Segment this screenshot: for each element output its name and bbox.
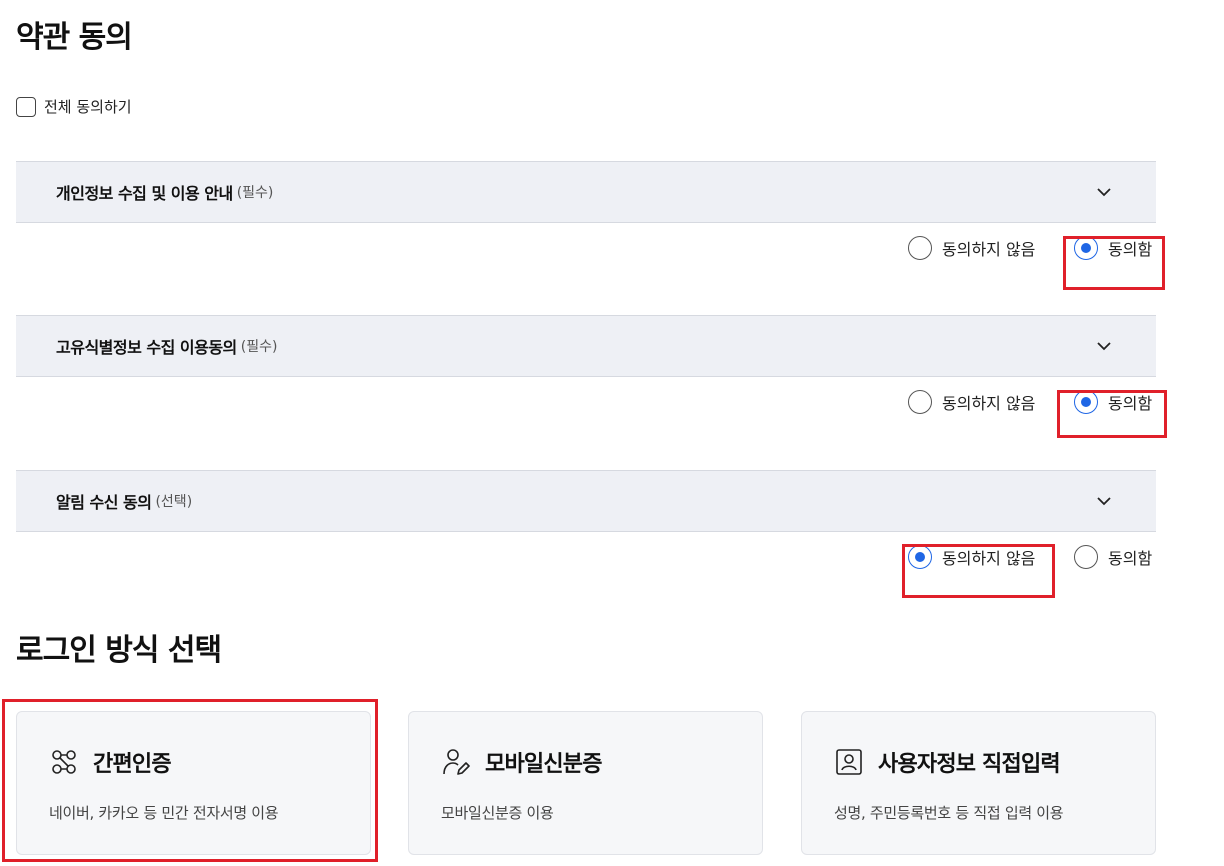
radio-disagree[interactable]: 동의하지 않음	[908, 390, 1035, 414]
accordion-title: 개인정보 수집 및 이용 안내	[56, 184, 233, 203]
radio-label: 동의하지 않음	[942, 394, 1036, 413]
mobile-id-icon	[443, 749, 470, 775]
simple-auth-icon	[52, 750, 76, 774]
card-description: 네이버, 카카오 등 민간 전자서명 이용	[49, 804, 279, 822]
chevron-down-icon[interactable]	[1096, 338, 1112, 354]
card-mobile-id[interactable]: 모바일신분증 모바일신분증 이용	[408, 711, 763, 855]
radio-group-notification: 동의하지 않음 동의함	[16, 545, 1156, 595]
radio-circle[interactable]	[908, 236, 932, 260]
radio-label: 동의함	[1108, 394, 1153, 413]
checkbox-box[interactable]	[16, 96, 36, 117]
card-title: 사용자정보 직접입력	[878, 752, 1061, 777]
radio-label: 동의하지 않음	[942, 549, 1036, 568]
radio-agree[interactable]: 동의함	[1074, 390, 1152, 414]
user-info-icon	[836, 749, 862, 775]
card-title: 모바일신분증	[485, 752, 602, 777]
radio-disagree[interactable]: 동의하지 않음	[908, 545, 1035, 569]
radio-circle[interactable]	[1074, 545, 1098, 569]
radio-label: 동의함	[1108, 240, 1153, 259]
radio-circle[interactable]	[908, 390, 932, 414]
accordion-notification[interactable]: 알림 수신 동의 (선택)	[16, 470, 1156, 532]
login-method-title: 로그인 방식 선택	[16, 633, 222, 668]
radio-disagree[interactable]: 동의하지 않음	[908, 236, 1035, 260]
required-tag: (필수)	[240, 339, 278, 355]
accordion-unique-id[interactable]: 고유식별정보 수집 이용동의 (필수)	[16, 315, 1156, 377]
radio-label: 동의함	[1108, 549, 1153, 568]
accordion-title: 고유식별정보 수집 이용동의	[56, 338, 237, 357]
radio-circle[interactable]	[908, 545, 932, 569]
all-agree-label: 전체 동의하기	[44, 98, 132, 116]
card-description: 모바일신분증 이용	[441, 804, 554, 822]
required-tag: (필수)	[236, 185, 274, 201]
card-title: 간편인증	[93, 752, 172, 777]
chevron-down-icon[interactable]	[1096, 184, 1112, 200]
optional-tag: (선택)	[155, 494, 193, 510]
radio-label: 동의하지 않음	[942, 240, 1036, 259]
radio-group-unique-id: 동의하지 않음 동의함	[16, 390, 1156, 440]
radio-circle[interactable]	[1074, 390, 1098, 414]
chevron-down-icon[interactable]	[1096, 493, 1112, 509]
card-user-info[interactable]: 사용자정보 직접입력 성명, 주민등록번호 등 직접 입력 이용	[801, 711, 1156, 855]
radio-agree[interactable]: 동의함	[1074, 236, 1152, 260]
radio-agree[interactable]: 동의함	[1074, 545, 1152, 569]
accordion-title: 알림 수신 동의	[56, 493, 152, 512]
all-agree-checkbox[interactable]: 전체 동의하기	[16, 96, 132, 117]
accordion-privacy-collection[interactable]: 개인정보 수집 및 이용 안내 (필수)	[16, 161, 1156, 223]
card-simple-auth[interactable]: 간편인증 네이버, 카카오 등 민간 전자서명 이용	[16, 711, 371, 855]
radio-circle[interactable]	[1074, 236, 1098, 260]
card-description: 성명, 주민등록번호 등 직접 입력 이용	[834, 804, 1064, 822]
radio-group-privacy: 동의하지 않음 동의함	[16, 236, 1156, 286]
terms-title: 약관 동의	[16, 20, 133, 55]
